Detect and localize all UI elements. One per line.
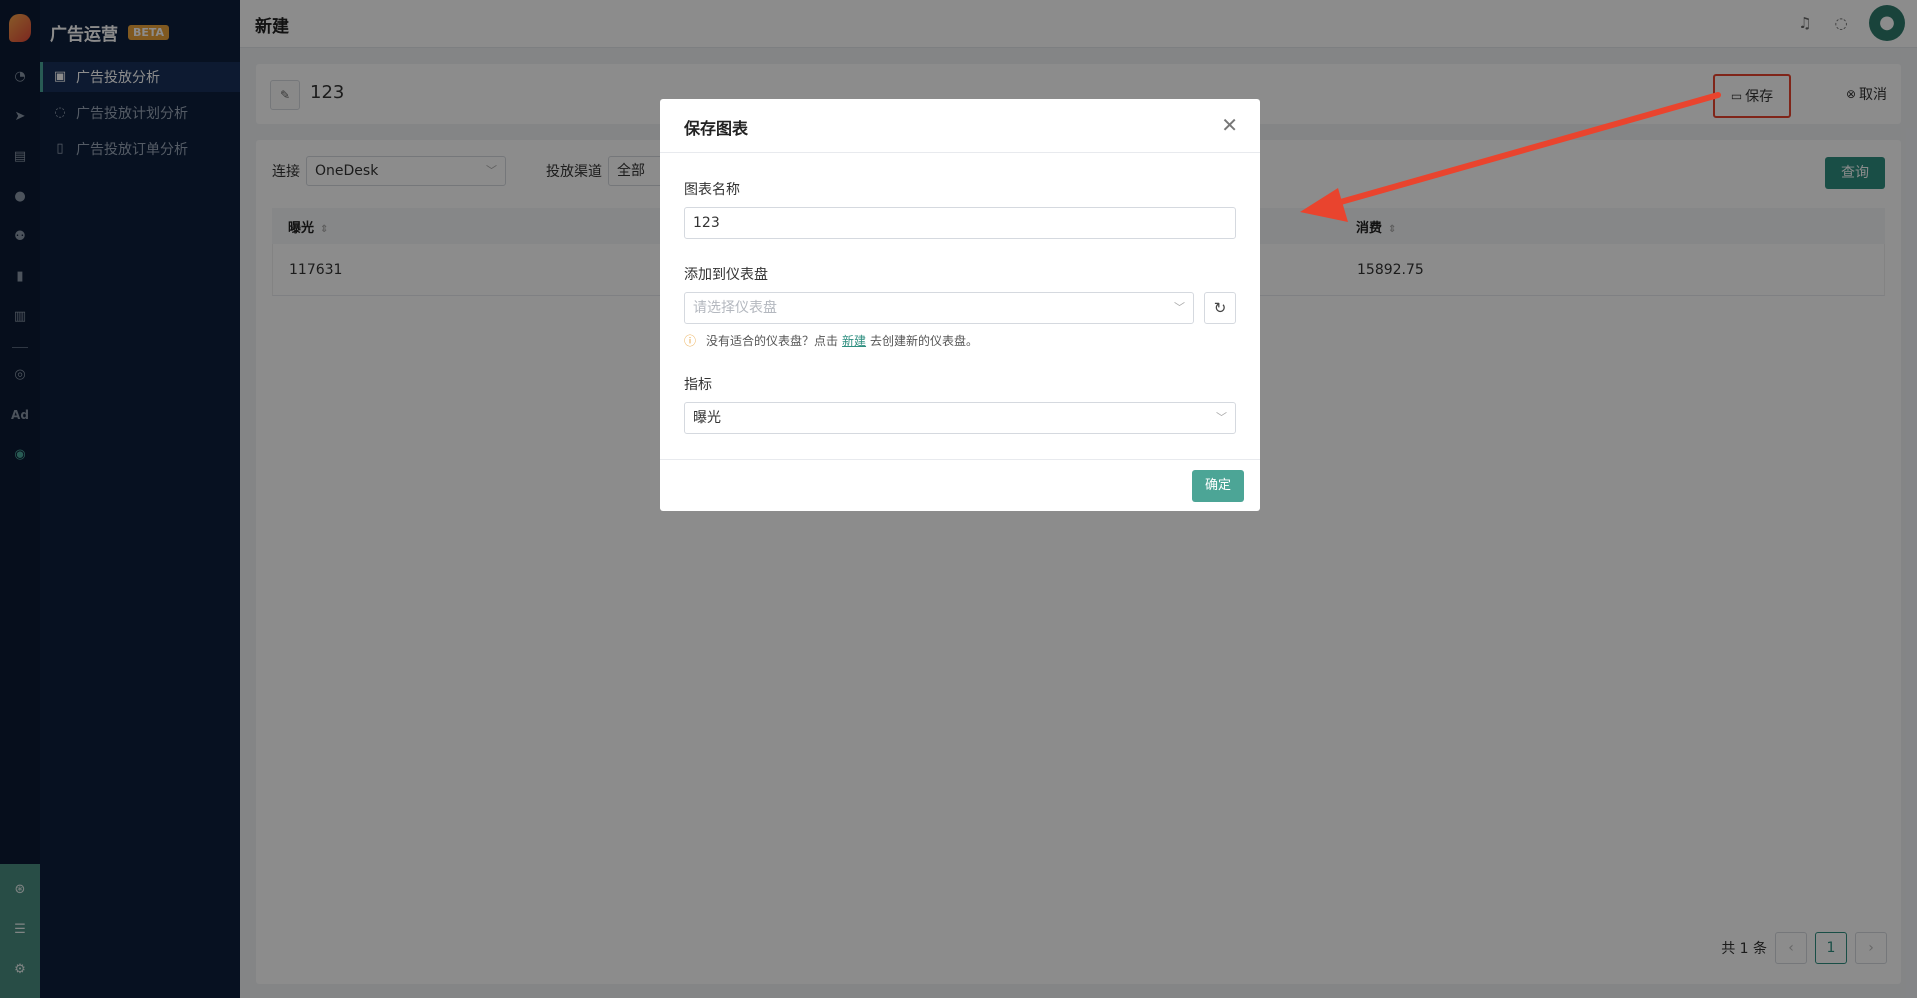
modal-header: 保存图表 ✕ xyxy=(660,99,1260,153)
chevron-down-icon: ﹀ xyxy=(1216,411,1227,424)
close-icon[interactable]: ✕ xyxy=(1221,113,1238,137)
refresh-button[interactable]: ↻ xyxy=(1204,292,1236,324)
modal-footer: 确定 xyxy=(660,459,1260,511)
dashboard-placeholder: 请选择仪表盘 xyxy=(693,300,777,316)
metric-label: 指标 xyxy=(684,377,712,393)
chart-name-label: 图表名称 xyxy=(684,182,740,198)
create-dashboard-link[interactable]: 新建 xyxy=(842,332,866,349)
metric-select[interactable]: 曝光 ﹀ xyxy=(684,402,1236,434)
save-chart-modal: 保存图表 ✕ 图表名称 123 添加到仪表盘 请选择仪表盘 ﹀ ↻ ⓘ 没有适合… xyxy=(660,99,1260,511)
warning-icon: ⓘ xyxy=(684,334,697,348)
confirm-button[interactable]: 确定 xyxy=(1192,470,1244,502)
chevron-down-icon: ﹀ xyxy=(1174,301,1185,314)
dashboard-select[interactable]: 请选择仪表盘 ﹀ xyxy=(684,292,1194,324)
hint-prefix: 没有适合的仪表盘？点击 xyxy=(706,334,839,348)
metric-value: 曝光 xyxy=(693,410,721,426)
hint-suffix: 去创建新的仪表盘。 xyxy=(870,334,979,348)
refresh-icon: ↻ xyxy=(1213,299,1227,317)
dashboard-hint: ⓘ 没有适合的仪表盘？点击 新建 去创建新的仪表盘。 xyxy=(684,332,978,349)
chart-name-input[interactable]: 123 xyxy=(684,207,1236,239)
modal-title: 保存图表 xyxy=(684,119,749,138)
dashboard-label: 添加到仪表盘 xyxy=(684,267,768,283)
